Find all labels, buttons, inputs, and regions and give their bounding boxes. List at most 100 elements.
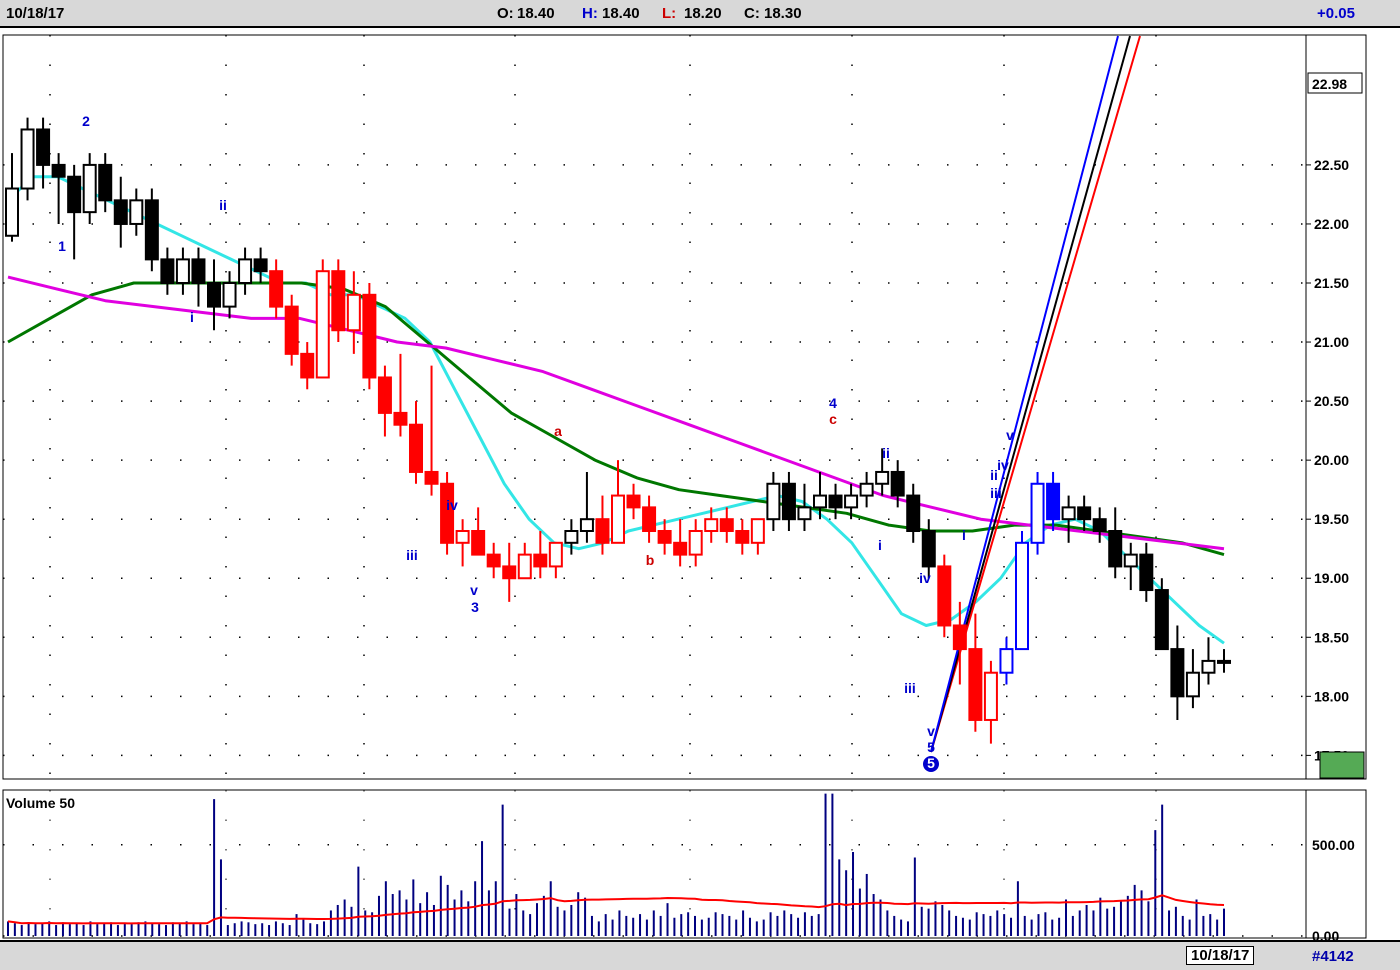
wave-label: i <box>962 527 966 543</box>
wave-label: v <box>1006 427 1014 443</box>
y-tick-label: 20.50 <box>1314 393 1349 409</box>
candle-body <box>36 128 51 166</box>
candle-body <box>999 648 1014 674</box>
volume-axis <box>1305 789 1367 939</box>
wave-label: ii <box>219 197 227 213</box>
candle-body <box>486 553 501 568</box>
symbol-count: #4142 <box>1312 948 1354 965</box>
candle-body <box>1154 589 1169 651</box>
wave-label: 4 <box>829 395 837 411</box>
wave-label: ii <box>882 445 890 461</box>
candle-body <box>1170 648 1185 698</box>
candle-body <box>191 258 206 284</box>
candle-body <box>844 494 859 509</box>
candle-body <box>983 671 998 721</box>
candle-body <box>921 530 936 568</box>
candle-body <box>548 541 563 568</box>
wave-label: a <box>554 423 562 439</box>
candle-body <box>502 565 517 580</box>
y-tick-label: 19.00 <box>1314 570 1349 586</box>
last-price-label: 22.98 <box>1312 76 1347 92</box>
candle-body <box>1046 482 1061 521</box>
wave-label: iv <box>997 457 1009 473</box>
candle-body <box>20 128 35 190</box>
candle-body <box>564 530 579 544</box>
candle-body <box>517 553 532 580</box>
wave-label: iii <box>406 547 418 563</box>
candle-body <box>377 376 392 414</box>
candle-body <box>657 530 672 544</box>
candle-body <box>424 470 439 485</box>
wave-label: iii <box>904 680 916 696</box>
y-tick-label: 21.00 <box>1314 334 1349 350</box>
candle-body <box>51 163 66 178</box>
candle-body <box>1077 506 1092 521</box>
wave-label: i <box>190 309 194 325</box>
wave-label: 3 <box>471 599 479 615</box>
candle-body <box>719 518 734 533</box>
candle-body <box>315 270 330 379</box>
candle-body <box>579 518 594 533</box>
wave-label: v <box>927 723 935 739</box>
candle-body <box>859 482 874 497</box>
candle-body <box>813 494 827 509</box>
y-tick-label: 22.50 <box>1314 157 1349 173</box>
candle-body <box>269 270 284 308</box>
wave-label: iv <box>919 570 931 586</box>
candle-body <box>440 482 455 544</box>
wave-label: 5 <box>927 755 935 771</box>
candle-body <box>300 352 315 379</box>
candle-body <box>968 648 983 721</box>
y-tick-label: 22.00 <box>1314 216 1349 232</box>
price-chart: 12iiiiiiivv3abc4iiiiiiivv5iiiiiiivv5 22.… <box>2 34 1367 940</box>
wave-label: 2 <box>82 113 90 129</box>
candle-body <box>1015 541 1029 651</box>
candle-body <box>781 482 796 521</box>
y-tick-label: 18.00 <box>1314 688 1349 704</box>
candle-body <box>611 494 625 544</box>
y-tick-label: 19.50 <box>1314 511 1349 527</box>
candle-body <box>129 199 144 225</box>
wave-label: iii <box>990 485 1002 501</box>
candle-body <box>673 541 688 556</box>
wave-label: 5 <box>927 739 935 755</box>
candle-body <box>346 293 361 332</box>
candle-body <box>253 258 268 273</box>
candle-body <box>595 518 610 544</box>
candle-body <box>471 530 486 556</box>
tool-icon[interactable] <box>1319 751 1365 779</box>
candle-body <box>144 199 159 261</box>
wave-label: v <box>470 582 478 598</box>
volume-tick-label: 0.00 <box>1312 928 1339 940</box>
candle-body <box>98 163 113 202</box>
y-tick-label: 18.50 <box>1314 629 1349 645</box>
y-tick-label: 20.00 <box>1314 452 1349 468</box>
wave-label: i <box>878 537 882 553</box>
candle-body <box>642 506 657 532</box>
candle-body <box>906 494 921 533</box>
candle-body <box>1185 671 1200 698</box>
current-date-box: 10/18/17 <box>1186 946 1255 965</box>
candle-body <box>735 530 750 544</box>
candle-body <box>1030 482 1045 544</box>
candle-body <box>688 530 703 556</box>
candle-body <box>67 175 82 214</box>
candle-body <box>626 494 641 509</box>
wave-label: c <box>829 411 837 427</box>
candle-body <box>455 530 470 544</box>
volume-title: Volume 50 <box>6 795 75 811</box>
candle-body <box>533 553 548 568</box>
candle-body <box>952 624 967 651</box>
candle-body <box>828 494 843 509</box>
date-footer: 10/18/17 #4142 <box>0 940 1400 970</box>
candle-body <box>331 270 346 332</box>
candle-body <box>890 470 905 497</box>
candle-body <box>1061 506 1076 521</box>
candle-body <box>766 482 781 521</box>
wave-label: b <box>646 552 655 568</box>
candle-body <box>797 506 812 521</box>
volume-tick-label: 500.00 <box>1312 837 1355 853</box>
candle-body <box>160 258 175 284</box>
candle-body <box>207 282 221 308</box>
candle-body <box>82 163 97 214</box>
